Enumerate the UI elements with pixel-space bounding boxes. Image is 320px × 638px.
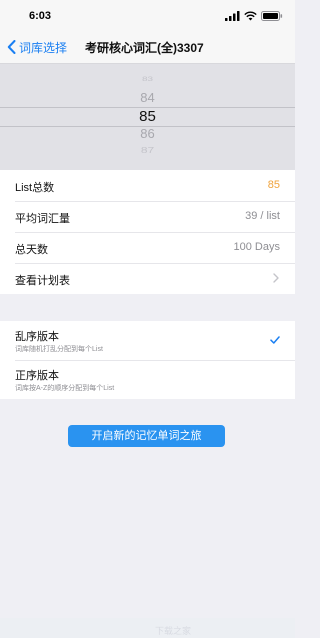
watermark: 下载之家 <box>155 626 192 636</box>
picker-option[interactable]: 86 <box>0 126 295 141</box>
ordered-version-option[interactable]: 正序版本 词库按A-Z的顺序分配到每个List <box>0 360 295 399</box>
navigation-bar: 词库选择 考研核心词汇(全)3307 <box>0 30 295 64</box>
list-total-row: List总数 85 <box>0 170 295 201</box>
average-words-row: 平均词汇量 39 / list <box>0 201 295 232</box>
list-count-picker[interactable]: 83 84 85 86 87 <box>0 64 295 170</box>
list-total-label: List总数 <box>15 182 55 194</box>
average-words-label: 平均词汇量 <box>15 213 70 225</box>
battery-icon <box>261 11 283 21</box>
list-total-value: 85 <box>267 179 280 191</box>
page-title: 考研核心词汇(全)3307 <box>85 41 204 55</box>
picker-selected-option[interactable]: 85 <box>0 108 295 125</box>
back-button-label: 词库选择 <box>19 40 68 55</box>
total-days-row: 总天数 100 Days <box>0 232 295 263</box>
total-days-label: 总天数 <box>15 244 48 256</box>
picker-option[interactable]: 84 <box>0 90 295 105</box>
back-button[interactable]: 词库选择 <box>7 38 67 56</box>
shuffled-version-option[interactable]: 乱序版本 词库随机打乱分配到每个List <box>0 321 295 360</box>
shuffled-version-title: 乱序版本 <box>15 331 59 343</box>
signal-icon <box>225 11 240 21</box>
shuffled-version-subtitle: 词库随机打乱分配到每个List <box>15 346 103 353</box>
checkmark-icon <box>270 336 280 344</box>
status-icons <box>225 10 283 22</box>
start-new-journey-button[interactable]: 开启新的记忆单词之旅 <box>68 425 225 447</box>
view-schedule-label: 查看计划表 <box>15 275 70 287</box>
bottom-bar <box>0 618 295 638</box>
average-words-value: 39 / list <box>245 210 280 222</box>
status-bar: 6:03 <box>0 0 295 30</box>
ordered-version-subtitle: 词库按A-Z的顺序分配到每个List <box>15 385 115 392</box>
list-stats-section: List总数 85 平均词汇量 39 / list 总天数 100 Days 查… <box>0 170 295 294</box>
status-time: 6:03 <box>29 10 52 22</box>
wifi-icon <box>244 11 257 21</box>
view-schedule-row[interactable]: 查看计划表 <box>0 263 295 294</box>
picker-option[interactable]: 83 <box>0 76 295 83</box>
chevron-left-icon <box>7 40 16 54</box>
version-options-section: 乱序版本 词库随机打乱分配到每个List 正序版本 词库按A-Z的顺序分配到每个… <box>0 321 295 399</box>
picker-option[interactable]: 87 <box>0 145 295 155</box>
ordered-version-title: 正序版本 <box>15 370 59 382</box>
total-days-value: 100 Days <box>233 241 280 253</box>
chevron-right-icon <box>273 273 279 283</box>
